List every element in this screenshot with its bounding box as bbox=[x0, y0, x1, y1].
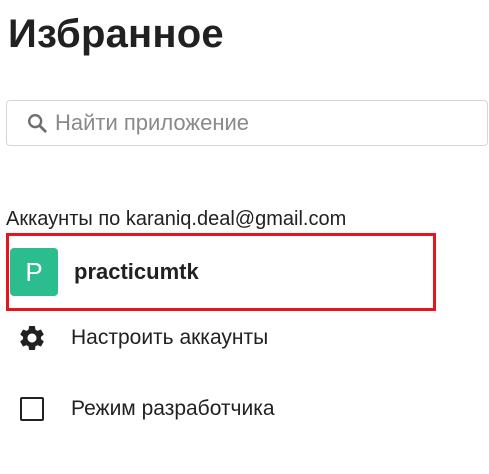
developer-mode-checkbox-wrap bbox=[16, 393, 48, 425]
account-name: practicumtk bbox=[74, 259, 199, 284]
search-icon bbox=[25, 111, 49, 135]
avatar-letter: P bbox=[25, 256, 43, 287]
developer-mode-label: Режим разработчика bbox=[71, 397, 275, 420]
configure-accounts-item[interactable]: Настроить аккаунты bbox=[16, 322, 268, 354]
search-box[interactable] bbox=[6, 100, 488, 146]
gear-icon bbox=[16, 322, 48, 354]
avatar: P bbox=[10, 248, 58, 296]
accounts-section-label: Аккаунты по karaniq.deal@gmail.com bbox=[6, 208, 347, 230]
developer-mode-item[interactable]: Режим разработчика bbox=[16, 393, 275, 425]
account-item-practicumtk[interactable]: P practicumtk bbox=[6, 233, 436, 311]
search-input[interactable] bbox=[55, 110, 455, 136]
configure-accounts-label: Настроить аккаунты bbox=[71, 326, 269, 349]
page-title: Избранное bbox=[8, 12, 224, 56]
developer-mode-checkbox[interactable] bbox=[20, 397, 44, 421]
